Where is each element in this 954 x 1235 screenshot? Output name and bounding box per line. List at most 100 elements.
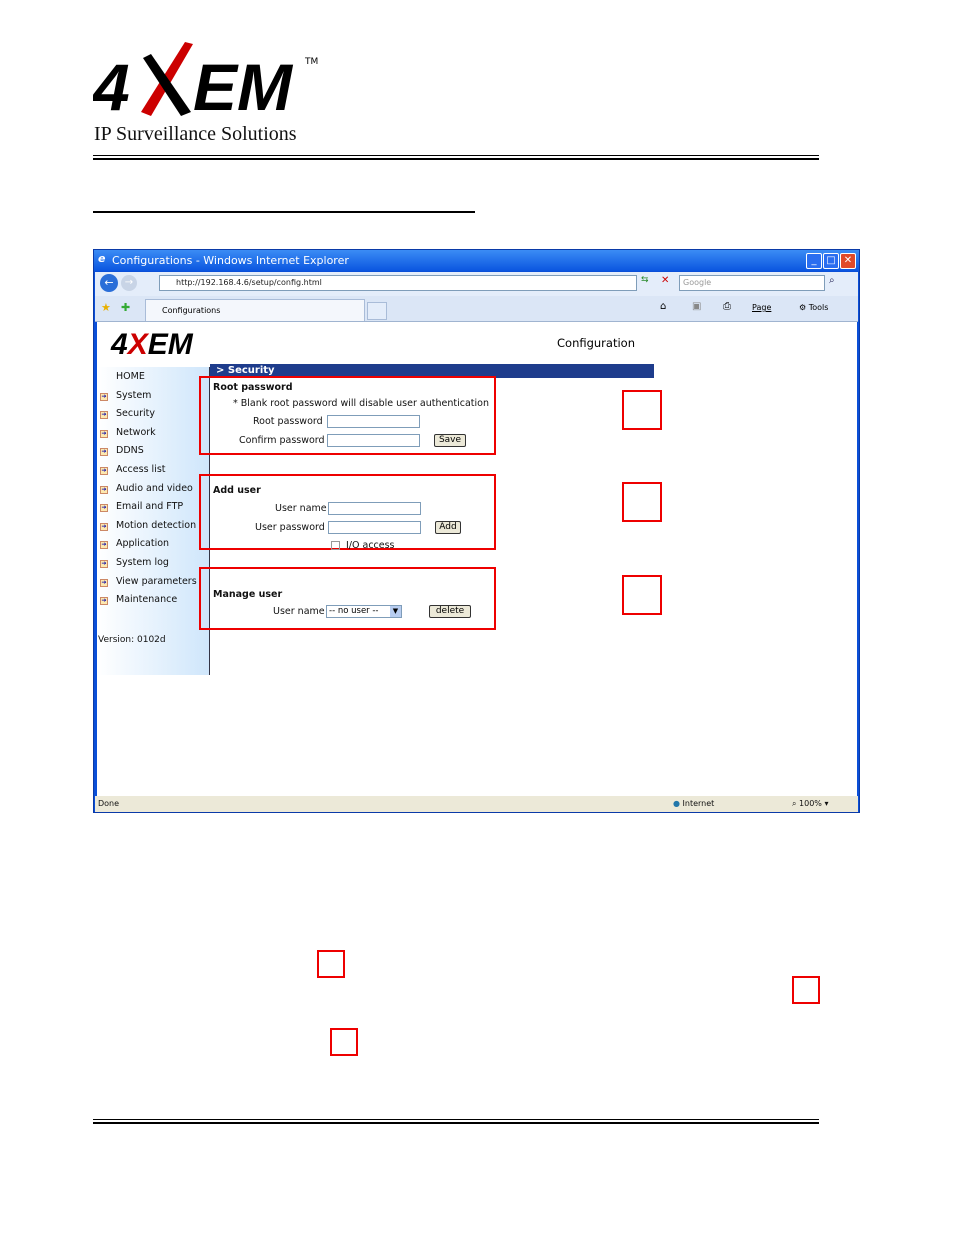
zone-label: Internet bbox=[682, 799, 715, 808]
add-user-title: Add user bbox=[213, 485, 261, 496]
arrow-icon: ➔ bbox=[100, 411, 108, 420]
root-password-input[interactable] bbox=[327, 415, 420, 428]
delete-button[interactable]: delete bbox=[429, 605, 471, 618]
arrow-icon: ➔ bbox=[100, 541, 108, 550]
root-password-note: * Blank root password will disable user … bbox=[233, 398, 489, 409]
arrow-icon: ➔ bbox=[100, 485, 108, 494]
save-button[interactable]: Save bbox=[434, 434, 466, 447]
annotation-box-2 bbox=[622, 482, 662, 522]
annotation-box-3 bbox=[622, 575, 662, 615]
add-favorite-icon[interactable]: ✚ bbox=[121, 301, 130, 314]
arrow-icon: ➔ bbox=[100, 504, 108, 513]
tools-menu[interactable]: ⚙ Tools bbox=[799, 303, 828, 312]
confirm-password-label: Confirm password bbox=[239, 435, 325, 446]
internet-zone: ● Internet bbox=[673, 799, 714, 808]
sidebar: HOME ➔ System ➔ Security ➔ Network ➔ DDNS ➔ Access… bbox=[97, 367, 209, 675]
arrow-icon: ➔ bbox=[100, 448, 108, 457]
refresh-icon[interactable]: ⇆ bbox=[641, 275, 655, 291]
arrow-icon: ➔ bbox=[100, 522, 108, 531]
gear-icon: ⚙ bbox=[799, 303, 807, 312]
window-title: Configurations - Windows Internet Explor… bbox=[112, 254, 349, 267]
sidebar-item-email-and-ftp[interactable]: Email and FTP bbox=[116, 501, 183, 512]
confirm-password-input[interactable] bbox=[327, 434, 420, 447]
page-content: 4XEM Configuration > Security HOME ➔ Syste… bbox=[97, 322, 857, 796]
tagline: IP Surveillance Solutions bbox=[94, 123, 297, 145]
page-menu[interactable]: Page bbox=[752, 303, 771, 312]
sidebar-item-system-log[interactable]: System log bbox=[116, 557, 169, 568]
tab-row: ★ ✚ Configurations ⌂ ▣ ⎙ Page ⚙ Tools bbox=[95, 296, 858, 322]
home-icon[interactable]: ⌂ bbox=[660, 301, 666, 312]
root-password-label: Root password bbox=[253, 416, 323, 427]
sidebar-item-security[interactable]: Security bbox=[116, 408, 155, 419]
arrow-icon: ➔ bbox=[100, 578, 108, 587]
sidebar-item-audio-and-video[interactable]: Audio and video bbox=[116, 483, 193, 494]
4xem-logo: 4 EM TM bbox=[93, 42, 318, 122]
favorites-star-icon[interactable]: ★ bbox=[101, 301, 111, 314]
annotation-box-b bbox=[792, 976, 820, 1004]
svg-text:4: 4 bbox=[93, 50, 130, 122]
annotation-box-1 bbox=[622, 390, 662, 430]
page-heading: Configuration bbox=[557, 336, 635, 350]
address-bar-row: ← → http://192.168.4.6/setup/config.html… bbox=[95, 272, 858, 296]
sidebar-item-access-list[interactable]: Access list bbox=[116, 464, 166, 475]
minimize-button[interactable]: _ bbox=[806, 253, 822, 269]
search-icon[interactable]: ⌕ bbox=[829, 275, 851, 291]
sidebar-item-view-parameters[interactable]: View parameters bbox=[116, 576, 197, 587]
forward-button[interactable]: → bbox=[121, 275, 137, 291]
user-select[interactable]: -- no user -- ▼ bbox=[326, 605, 402, 618]
heading-underline bbox=[93, 211, 475, 213]
sidebar-item-system[interactable]: System bbox=[116, 390, 151, 401]
chevron-down-icon: ▼ bbox=[390, 606, 401, 617]
add-button[interactable]: Add bbox=[435, 521, 461, 534]
zoom-control[interactable]: ⌕ 100% ▾ bbox=[792, 799, 828, 809]
version: Version: 0102d bbox=[98, 635, 166, 645]
io-access-checkbox[interactable] bbox=[331, 541, 340, 550]
tab-label: Configurations bbox=[162, 306, 221, 315]
sidebar-item-network[interactable]: Network bbox=[116, 427, 156, 438]
sidebar-item-home[interactable]: HOME bbox=[116, 371, 145, 382]
user-password-label: User password bbox=[255, 522, 325, 533]
search-input[interactable]: Google bbox=[679, 275, 825, 291]
page-logo: 4XEM bbox=[111, 328, 193, 361]
maximize-button[interactable]: □ bbox=[823, 253, 839, 269]
manage-user-title: Manage user bbox=[213, 589, 283, 600]
svg-text:TM: TM bbox=[304, 57, 318, 67]
sidebar-item-maintenance[interactable]: Maintenance bbox=[116, 594, 177, 605]
new-tab-button[interactable] bbox=[367, 302, 387, 320]
user-name-label: User name bbox=[275, 503, 327, 514]
io-access-label: I/O access bbox=[346, 540, 395, 549]
close-button[interactable]: ✕ bbox=[840, 253, 856, 269]
header-rule bbox=[93, 155, 819, 160]
zoom-level: 100% bbox=[799, 799, 822, 808]
sidebar-item-application[interactable]: Application bbox=[116, 538, 169, 549]
user-select-value: -- no user -- bbox=[329, 606, 379, 616]
globe-icon: ● bbox=[673, 799, 680, 808]
annotation-box-c bbox=[330, 1028, 358, 1056]
stop-icon[interactable]: ✕ bbox=[661, 275, 675, 291]
tab-configurations[interactable]: Configurations bbox=[145, 299, 365, 321]
title-bar: e Configurations - Windows Internet Expl… bbox=[94, 250, 859, 271]
feeds-icon[interactable]: ▣ bbox=[692, 301, 701, 312]
tools-label: Tools bbox=[808, 303, 829, 312]
manage-user-name-label: User name bbox=[273, 606, 325, 617]
svg-text:EM: EM bbox=[193, 50, 294, 122]
user-name-input[interactable] bbox=[328, 502, 421, 515]
print-icon[interactable]: ⎙ bbox=[723, 301, 731, 312]
url-input[interactable]: http://192.168.4.6/setup/config.html bbox=[159, 275, 637, 291]
arrow-icon: ➔ bbox=[100, 392, 108, 401]
sidebar-item-motion-detection[interactable]: Motion detection bbox=[116, 520, 196, 531]
arrow-icon: ➔ bbox=[100, 467, 108, 475]
back-button[interactable]: ← bbox=[100, 274, 118, 292]
arrow-icon: ➔ bbox=[100, 560, 108, 568]
browser-window: e Configurations - Windows Internet Expl… bbox=[93, 249, 860, 813]
annotation-box-a bbox=[317, 950, 345, 978]
status-text: Done bbox=[98, 799, 120, 808]
root-password-title: Root password bbox=[213, 382, 293, 393]
arrow-icon: ➔ bbox=[100, 597, 108, 606]
footer-rule bbox=[93, 1119, 819, 1124]
sidebar-item-ddns[interactable]: DDNS bbox=[116, 445, 144, 456]
zoom-icon: ⌕ bbox=[792, 799, 797, 808]
status-bar: Done ● Internet ⌕ 100% ▾ bbox=[95, 796, 858, 812]
user-password-input[interactable] bbox=[328, 521, 421, 534]
url-text: http://192.168.4.6/setup/config.html bbox=[176, 278, 322, 287]
